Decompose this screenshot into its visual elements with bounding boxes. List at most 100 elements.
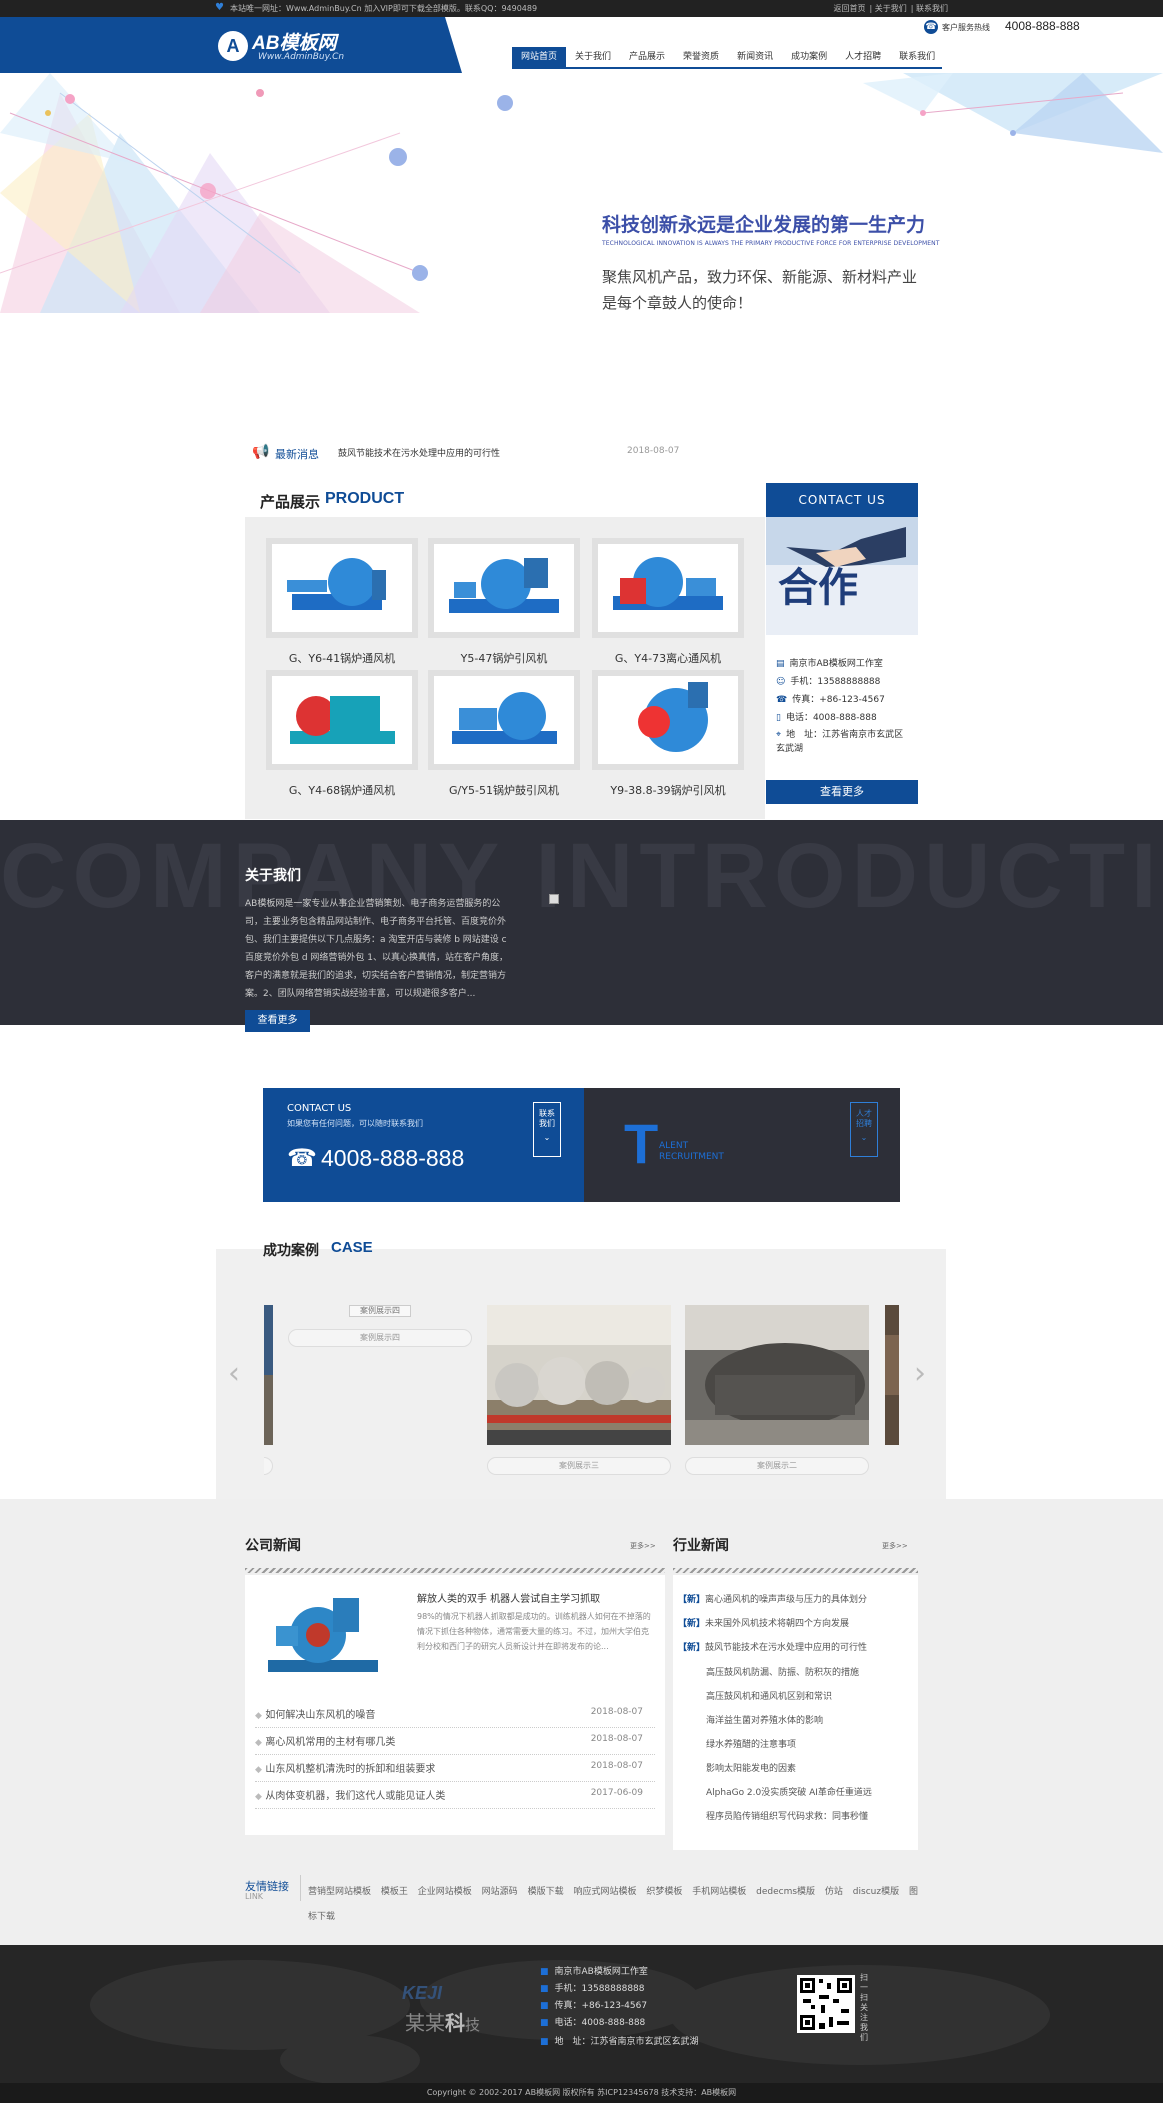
news-feature-title[interactable]: 解放人类的双手 机器人尝试自主学习抓取	[417, 1590, 600, 1605]
news-item-title[interactable]: 从肉体变机器，我们这代人或能见证人类	[265, 1791, 445, 1802]
industry-news-item[interactable]: 高压鼓风机防漏、防振、防积灰的措施	[706, 1665, 859, 1678]
product-section-title: 产品展示	[260, 493, 321, 511]
industry-news-item[interactable]: 【新】鼓风节能技术在污水处理中应用的可行性	[678, 1640, 867, 1653]
top-link-home[interactable]: 返回首页	[834, 4, 866, 13]
industry-news-item[interactable]: 绿水养殖醋的注意事项	[706, 1737, 796, 1750]
nav-honors[interactable]: 荣誉资质	[674, 47, 728, 67]
friend-link[interactable]: 模版下载	[528, 1887, 564, 1897]
friend-link[interactable]: 仿站	[825, 1887, 843, 1897]
news-item-date: 2018-08-07	[590, 1707, 643, 1717]
product-name[interactable]: G/Y5-51锅炉鼓引风机	[424, 782, 584, 798]
nav-about[interactable]: 关于我们	[566, 47, 620, 67]
chevron-right-icon[interactable]: ›	[914, 1356, 926, 1391]
product-name[interactable]: G、Y6-41锅炉通风机	[262, 650, 422, 666]
location-icon: ⌖	[776, 730, 782, 740]
phone-icon: ☎	[924, 20, 938, 34]
phone-icon: ■	[540, 2001, 549, 2011]
industry-news-item[interactable]: 【新】未来国外风机技术将朝四个方向发展	[678, 1616, 849, 1629]
case-section-title: 成功案例	[263, 1243, 319, 1259]
intro-more-button[interactable]: 查看更多	[245, 1010, 310, 1032]
contact-address: ⌖ 地 址：江苏省南京市玄武区玄武湖	[776, 730, 904, 754]
friend-link[interactable]: 网站源码	[482, 1887, 518, 1897]
product-card[interactable]	[592, 670, 744, 770]
industry-news-item[interactable]: 海洋益生菌对养殖水体的影响	[706, 1713, 823, 1726]
nav-contact[interactable]: 联系我们	[890, 47, 944, 67]
phone-icon: ☎	[776, 695, 788, 705]
mobile-icon: ▯	[776, 713, 781, 723]
news-item-title[interactable]: 如何解决山东风机的噪音	[265, 1710, 375, 1721]
contact-card-title: CONTACT US	[766, 483, 918, 517]
friend-link[interactable]: dedecms模版	[756, 1887, 815, 1897]
product-name[interactable]: Y9-38.8-39锅炉引风机	[588, 782, 748, 798]
product-card[interactable]	[266, 670, 418, 770]
friend-links-divider	[300, 1875, 301, 1901]
product-name[interactable]: G、Y4-73离心通风机	[588, 650, 748, 666]
nav-products[interactable]: 产品展示	[620, 47, 674, 67]
latest-news-link[interactable]: 鼓风节能技术在污水处理中应用的可行性	[338, 446, 500, 459]
friend-link[interactable]: 响应式网站模板	[573, 1887, 636, 1897]
nav-jobs[interactable]: 人才招聘	[836, 47, 890, 67]
company-news-more[interactable]: 更多>>	[630, 1541, 656, 1551]
fan-image	[287, 558, 386, 610]
friend-link[interactable]: 手机网站模板	[692, 1887, 746, 1897]
friend-link[interactable]: 织梦模板	[646, 1887, 682, 1897]
fan-image	[452, 692, 557, 744]
talent-letter: T	[624, 1112, 659, 1175]
industry-news-item[interactable]: 【新】离心通风机的噪声声级与压力的具体划分	[678, 1592, 867, 1605]
case-broken-image: 案例展示四	[349, 1305, 411, 1317]
heart-icon: ♥	[215, 2, 224, 13]
top-link-about[interactable]: 关于我们	[875, 4, 907, 13]
case-image[interactable]	[685, 1305, 869, 1445]
talent-banner[interactable]: T ALENT RECRUITMENT 人才招聘 ⌄	[584, 1088, 900, 1202]
industry-news-item[interactable]: AlphaGo 2.0没实质突破 AI革命任重道远	[706, 1785, 872, 1798]
friend-link[interactable]: 营销型网站模板	[308, 1887, 371, 1897]
product-name[interactable]: Y5-47锅炉引风机	[424, 650, 584, 666]
case-caption[interactable]: 案例展示四	[288, 1329, 472, 1347]
product-card[interactable]	[428, 670, 580, 770]
product-card[interactable]	[428, 538, 580, 638]
news-row[interactable]: ◆ 从肉体变机器，我们这代人或能见证人类 2017-06-09	[255, 1787, 655, 1809]
news-row[interactable]: ◆ 山东风机整机清洗时的拆卸和组装要求 2018-08-07	[255, 1760, 655, 1782]
contact-us-box[interactable]: 联系我们 ⌄	[533, 1102, 561, 1157]
industry-news-item[interactable]: 影响太阳能发电的因素	[706, 1761, 796, 1774]
contact-banner[interactable]: CONTACT US 如果您有任何问题，可以随时联系我们 ☎ 4008-888-…	[263, 1088, 584, 1202]
hotline-number: 4008-888-888	[1005, 19, 1080, 33]
case-image[interactable]	[487, 1305, 671, 1445]
company-intro-section: COMPANY INTRODUCTION 关于我们 AB模板网是一家专业从事企业…	[0, 820, 1163, 1025]
product-name[interactable]: G、Y4-68锅炉通风机	[262, 782, 422, 798]
case-item[interactable]: 案例展示四 案例展示四	[288, 1305, 472, 1445]
diamond-icon: ◆	[255, 1765, 262, 1775]
logo-icon[interactable]: A	[218, 31, 248, 61]
news-row[interactable]: ◆ 离心风机常用的主材有哪几类 2018-08-07	[255, 1733, 655, 1755]
industry-news-item[interactable]: 程序员陷传销组织写代码求救：同事秒懂	[706, 1809, 868, 1822]
friend-link[interactable]: 企业网站模板	[418, 1887, 472, 1897]
product-card[interactable]	[592, 538, 744, 638]
footer-brand: 某某科技	[405, 2011, 481, 2035]
product-card[interactable]	[266, 538, 418, 638]
case-caption[interactable]: 案例展示二	[685, 1457, 869, 1475]
talent-box[interactable]: 人才招聘 ⌄	[850, 1102, 878, 1157]
user-icon: ☺	[776, 677, 786, 687]
logo-title[interactable]: AB模板网	[252, 28, 336, 55]
nav-home[interactable]: 网站首页	[512, 47, 567, 67]
divider-stripe	[673, 1568, 918, 1573]
friend-link[interactable]: 模板王	[381, 1887, 408, 1897]
news-feature-image[interactable]	[258, 1590, 388, 1690]
news-item-title[interactable]: 离心风机常用的主材有哪几类	[265, 1737, 395, 1748]
industry-news-more[interactable]: 更多>>	[882, 1541, 908, 1551]
case-caption[interactable]: 案例展示三	[487, 1457, 671, 1475]
latest-news-date: 2018-08-07	[627, 446, 680, 456]
nav-cases[interactable]: 成功案例	[782, 47, 836, 67]
banner-title: 科技创新永远是企业发展的第一生产力	[602, 214, 926, 236]
news-row[interactable]: ◆ 如何解决山东风机的噪音 2018-08-07	[255, 1706, 655, 1728]
nav-news[interactable]: 新闻资讯	[728, 47, 782, 67]
contact-more-button[interactable]: 查看更多	[766, 780, 918, 804]
mobile-icon: ■	[540, 2018, 549, 2028]
industry-news-item[interactable]: 高压鼓风机和通风机区别和常识	[706, 1689, 832, 1702]
handshake-image-text: 合作	[778, 564, 858, 611]
news-item-title[interactable]: 山东风机整机清洗时的拆卸和组装要求	[265, 1764, 435, 1775]
logo-subtitle: Www.AdminBuy.Cn	[258, 52, 345, 62]
top-link-contact[interactable]: 联系我们	[916, 4, 948, 13]
friend-link[interactable]: discuz模版	[853, 1887, 899, 1897]
chevron-left-icon[interactable]: ‹	[228, 1356, 240, 1391]
